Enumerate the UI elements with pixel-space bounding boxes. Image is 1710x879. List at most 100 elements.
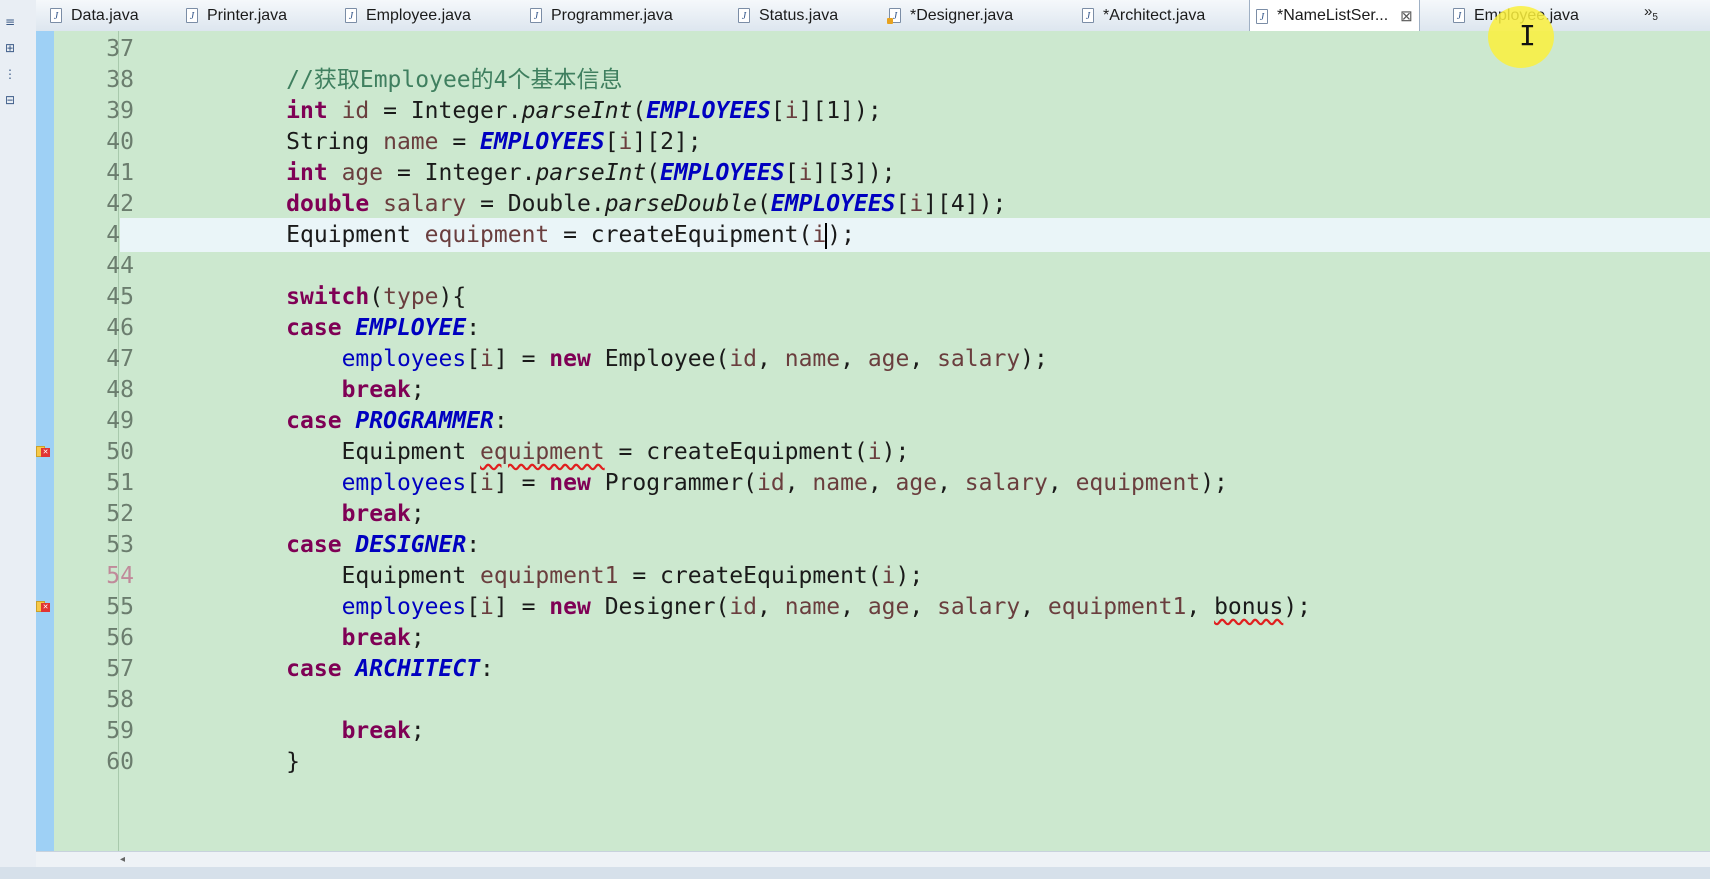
code-token: int <box>286 160 328 186</box>
tab-architect-java[interactable]: J *Architect.java <box>1082 0 1205 31</box>
code-text[interactable]: //获取Employee的4个基本信息 <box>120 63 622 97</box>
code-text[interactable]: String name = EMPLOYEES[i][2]; <box>120 125 701 159</box>
code-editor[interactable]: 37 38 //获取Employee的4个基本信息 39 int id = Inte… <box>36 31 1710 851</box>
tab-employee-java[interactable]: J Employee.java <box>345 0 471 31</box>
code-text[interactable]: Equipment equipment = createEquipment(i)… <box>120 435 910 469</box>
code-line-area[interactable]: double salary = Double.parseDouble(EMPLO… <box>120 187 1710 221</box>
code-line[interactable]: 57 case ARCHITECT: <box>36 652 1710 686</box>
code-line[interactable]: 58 <box>36 683 1710 717</box>
code-token: ; <box>410 625 425 651</box>
code-line[interactable]: 43 Equipment equipment = createEquipment… <box>36 218 1710 252</box>
horizontal-scrollbar[interactable]: ◂ <box>36 851 1710 868</box>
code-line[interactable]: 40 String name = EMPLOYEES[i][2]; <box>36 125 1710 159</box>
code-text[interactable]: break; <box>120 497 425 531</box>
scroll-left-arrow-icon[interactable]: ◂ <box>120 852 125 868</box>
tab-namelistser[interactable]: J *NameListSer... ⊠ <box>1249 0 1420 32</box>
code-text[interactable]: case DESIGNER: <box>120 528 480 562</box>
code-line-area[interactable]: Equipment equipment = createEquipment(i)… <box>120 435 1710 469</box>
tab-programmer-java[interactable]: J Programmer.java <box>530 0 673 31</box>
code-line-area[interactable]: Equipment equipment = createEquipment(i)… <box>120 218 1710 252</box>
code-line-area[interactable]: case EMPLOYEE: <box>120 311 1710 345</box>
tab-overflow-button[interactable]: »5 <box>1644 3 1658 23</box>
code-text[interactable]: int id = Integer.parseInt(EMPLOYEES[i][1… <box>120 94 882 128</box>
code-text[interactable]: case EMPLOYEE: <box>120 311 480 345</box>
code-line-area[interactable]: break; <box>120 621 1710 655</box>
code-line-area[interactable]: employees[i] = new Employee(id, name, ag… <box>120 342 1710 376</box>
code-line[interactable]: 56 break; <box>36 621 1710 655</box>
code-text[interactable]: Equipment equipment = createEquipment(i)… <box>120 218 855 252</box>
code-line-area[interactable]: int age = Integer.parseInt(EMPLOYEES[i][… <box>120 156 1710 190</box>
code-token: , <box>757 346 785 372</box>
code-line-area[interactable]: case ARCHITECT: <box>120 652 1710 686</box>
code-line[interactable]: 50 Equipment equipment = createEquipment… <box>36 435 1710 469</box>
code-line[interactable]: 52 break; <box>36 497 1710 531</box>
code-text[interactable]: } <box>120 745 300 779</box>
code-line-area[interactable]: String name = EMPLOYEES[i][2]; <box>120 125 1710 159</box>
code-line-area[interactable] <box>120 249 1710 283</box>
code-line[interactable]: 39 int id = Integer.parseInt(EMPLOYEES[i… <box>36 94 1710 128</box>
code-line-area[interactable]: case DESIGNER: <box>120 528 1710 562</box>
code-token: new <box>549 346 591 372</box>
code-line[interactable]: 45 switch(type){ <box>36 280 1710 314</box>
code-line[interactable]: 42 double salary = Double.parseDouble(EM… <box>36 187 1710 221</box>
code-line[interactable]: 59 break; <box>36 714 1710 748</box>
tree-icon[interactable]: ⋮ <box>2 66 18 82</box>
code-line-area[interactable]: break; <box>120 497 1710 531</box>
code-text[interactable]: Equipment equipment1 = createEquipment(i… <box>120 559 924 593</box>
code-text[interactable]: break; <box>120 714 425 748</box>
code-text[interactable]: employees[i] = new Programmer(id, name, … <box>120 466 1228 500</box>
code-token: ); <box>1020 346 1048 372</box>
code-line-area[interactable] <box>120 683 1710 717</box>
code-line[interactable]: 53 case DESIGNER: <box>36 528 1710 562</box>
code-line-area[interactable]: break; <box>120 373 1710 407</box>
code-line[interactable]: 48 break; <box>36 373 1710 407</box>
code-text[interactable]: employees[i] = new Employee(id, name, ag… <box>120 342 1048 376</box>
code-line-area[interactable]: } <box>120 745 1710 779</box>
error-marker-icon[interactable] <box>36 601 50 613</box>
code-text[interactable]: int age = Integer.parseInt(EMPLOYEES[i][… <box>120 156 895 190</box>
code-line-area[interactable]: employees[i] = new Designer(id, name, ag… <box>120 590 1710 624</box>
tab-close-icon[interactable]: ⊠ <box>1400 7 1413 25</box>
code-text[interactable]: double salary = Double.parseDouble(EMPLO… <box>120 187 1006 221</box>
tab-data-java[interactable]: J Data.java <box>50 0 139 31</box>
tab-status-java[interactable]: J Status.java <box>738 0 838 31</box>
code-token: equipment1 <box>480 563 619 589</box>
code-line[interactable]: 55 employees[i] = new Designer(id, name,… <box>36 590 1710 624</box>
package-icon[interactable]: ⊟ <box>2 92 18 108</box>
error-marker-icon[interactable] <box>36 446 50 458</box>
outline-icon[interactable]: ≡ <box>2 14 18 30</box>
code-text[interactable]: case PROGRAMMER: <box>120 404 508 438</box>
hierarchy-icon[interactable]: ⊞ <box>2 40 18 56</box>
code-token: name <box>812 470 868 496</box>
code-token: ] = <box>493 470 550 496</box>
code-line-area[interactable]: switch(type){ <box>120 280 1710 314</box>
code-token: ); <box>1200 470 1228 496</box>
code-line[interactable]: 47 employees[i] = new Employee(id, name,… <box>36 342 1710 376</box>
code-text[interactable]: switch(type){ <box>120 280 466 314</box>
code-line[interactable]: 60 } <box>36 745 1710 779</box>
code-line[interactable]: 54 Equipment equipment1 = createEquipmen… <box>36 559 1710 593</box>
code-line-area[interactable]: case PROGRAMMER: <box>120 404 1710 438</box>
code-line[interactable]: 44 <box>36 249 1710 283</box>
code-text[interactable]: case ARCHITECT: <box>120 652 494 686</box>
code-line[interactable]: 49 case PROGRAMMER: <box>36 404 1710 438</box>
code-text[interactable]: break; <box>120 621 425 655</box>
code-line[interactable]: 38 //获取Employee的4个基本信息 <box>36 63 1710 97</box>
tab-designer-java[interactable]: J *Designer.java <box>887 0 1013 31</box>
code-line-area[interactable] <box>120 32 1710 66</box>
java-file-icon: J <box>530 8 542 23</box>
code-text[interactable]: employees[i] = new Designer(id, name, ag… <box>120 590 1311 624</box>
code-line-area[interactable]: //获取Employee的4个基本信息 <box>120 63 1710 97</box>
code-text[interactable]: break; <box>120 373 425 407</box>
code-line-area[interactable]: employees[i] = new Programmer(id, name, … <box>120 466 1710 500</box>
code-line[interactable]: 46 case EMPLOYEE: <box>36 311 1710 345</box>
code-token: type <box>383 284 439 310</box>
code-token: : <box>466 315 481 341</box>
code-line-area[interactable]: Equipment equipment1 = createEquipment(i… <box>120 559 1710 593</box>
code-line[interactable]: 41 int age = Integer.parseInt(EMPLOYEES[… <box>36 156 1710 190</box>
code-line-area[interactable]: int id = Integer.parseInt(EMPLOYEES[i][1… <box>120 94 1710 128</box>
code-line[interactable]: 37 <box>36 32 1710 66</box>
tab-printer-java[interactable]: J Printer.java <box>186 0 287 31</box>
code-line[interactable]: 51 employees[i] = new Programmer(id, nam… <box>36 466 1710 500</box>
code-line-area[interactable]: break; <box>120 714 1710 748</box>
